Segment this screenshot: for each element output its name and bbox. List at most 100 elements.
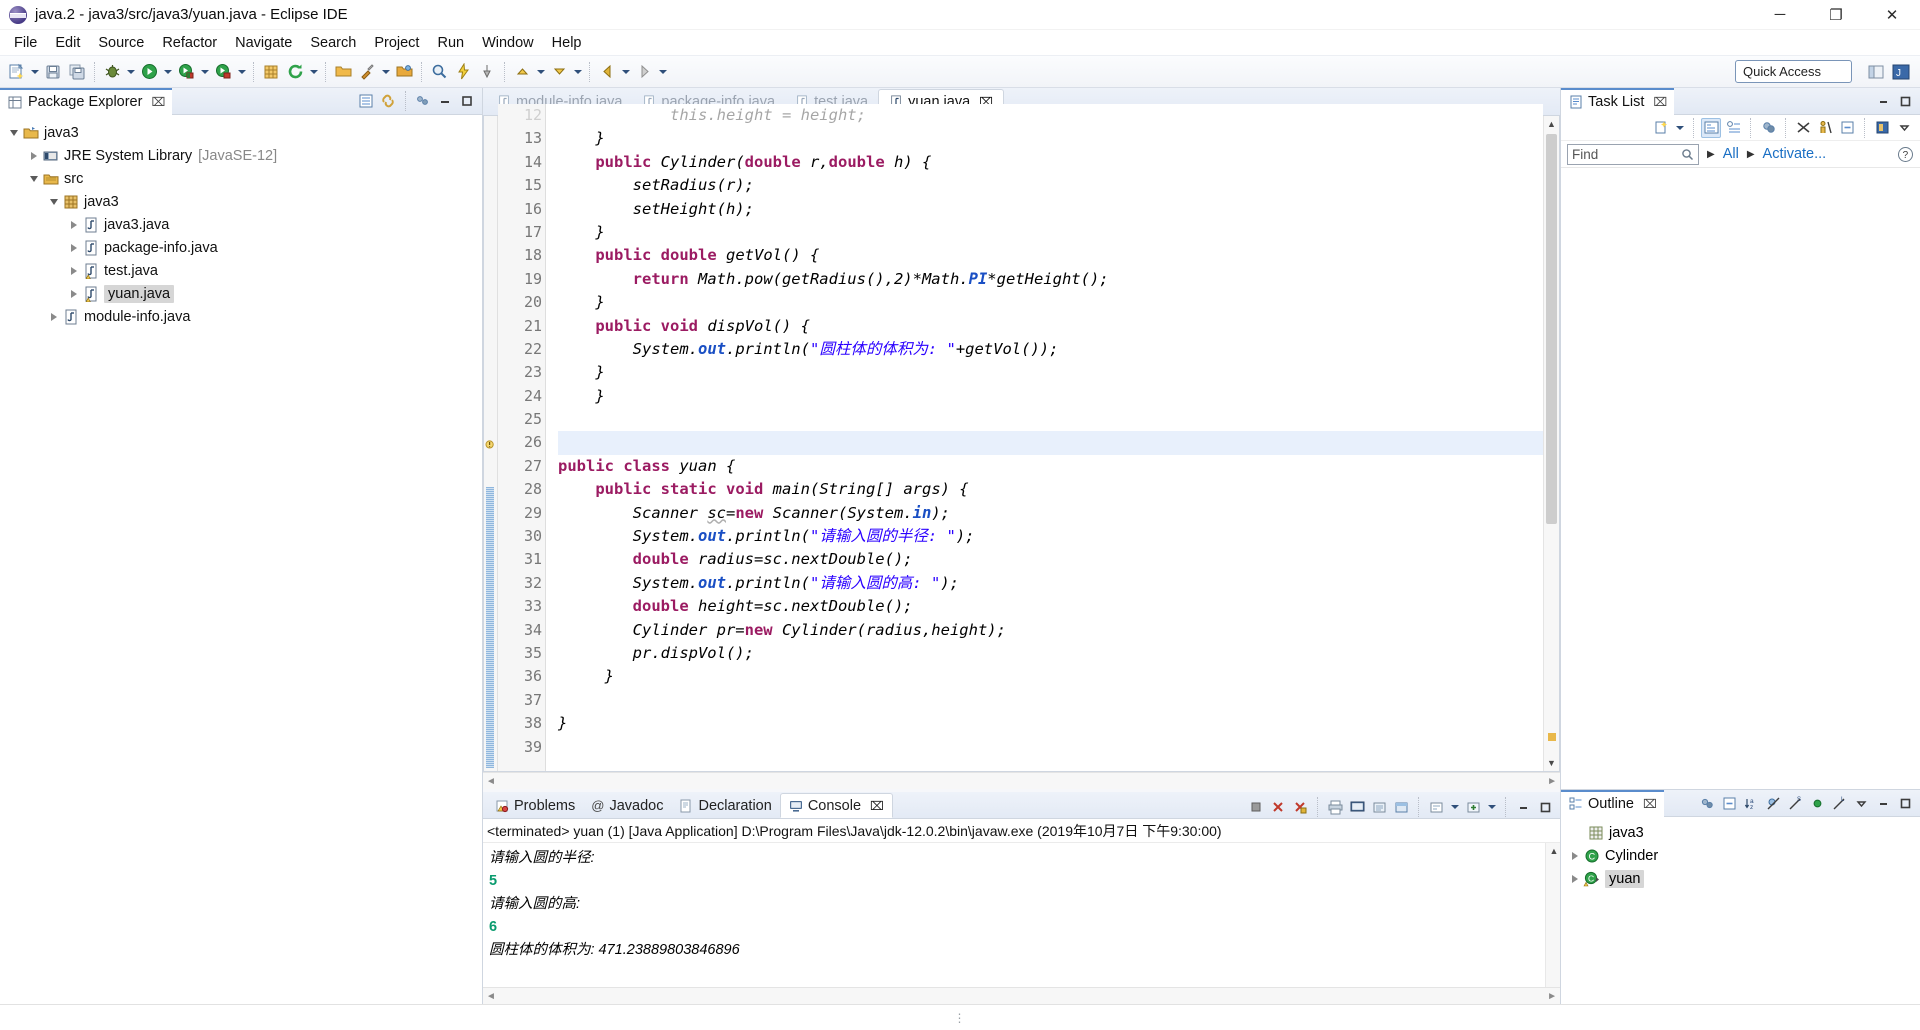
console-horizontal-scrollbar[interactable]: ◄ ►	[483, 987, 1560, 1004]
run-dropdown-icon[interactable]	[161, 61, 174, 83]
scroll-down-icon[interactable]: ▼	[1544, 755, 1560, 771]
code-line[interactable]: public class yuan {	[558, 455, 1543, 478]
code-line[interactable]: }	[558, 291, 1543, 314]
tab-declaration[interactable]: Declaration	[671, 793, 779, 818]
code-line[interactable]: public static void main(String[] args) {	[558, 478, 1543, 501]
tab-outline[interactable]: Outline ⌧	[1561, 789, 1664, 817]
find-input[interactable]: Find	[1567, 143, 1699, 165]
code-line[interactable]	[558, 736, 1543, 759]
tree-item-package-info-java-file[interactable]: package-info.java	[0, 236, 482, 259]
forward-icon[interactable]	[633, 61, 655, 83]
chevron-right-icon[interactable]	[1567, 874, 1583, 883]
code-line[interactable]: public void dispVol() {	[558, 315, 1543, 338]
pin-icon[interactable]	[476, 61, 498, 83]
chevron-down-icon[interactable]	[6, 129, 22, 136]
chevron-down-icon[interactable]	[26, 175, 42, 182]
chevron-right-icon[interactable]	[46, 312, 62, 321]
focus-on-workweek-icon[interactable]	[1758, 118, 1778, 138]
minimize-view-icon[interactable]	[1873, 91, 1893, 111]
tab-task-list[interactable]: Task List ⌧	[1561, 87, 1675, 115]
code-line[interactable]: }	[558, 221, 1543, 244]
run-last-icon[interactable]	[212, 61, 234, 83]
tree-item-jre-system-library[interactable]: JRE System Library [JavaSE-12]	[0, 144, 482, 167]
minimize-button[interactable]: ─	[1752, 0, 1808, 30]
scroll-left-icon[interactable]: ◄	[486, 991, 496, 1002]
maximize-view-icon[interactable]	[457, 91, 477, 111]
collapse-all-icon[interactable]	[1837, 118, 1857, 138]
task-list-empty-area[interactable]	[1561, 168, 1920, 789]
code-line[interactable]: Scanner sc=new Scanner(System.in);	[558, 502, 1543, 525]
chevron-right-icon[interactable]	[26, 151, 42, 160]
external-tools-dropdown-icon[interactable]	[379, 61, 392, 83]
chevron-right-icon[interactable]	[66, 266, 82, 275]
scroll-up-icon[interactable]: ▲	[1546, 843, 1560, 859]
tab-console[interactable]: Console ⌧	[779, 793, 893, 818]
outline-tree[interactable]: java3 C Cylinder C yuan	[1561, 817, 1920, 1004]
menu-file[interactable]: File	[5, 32, 46, 54]
package-explorer-tree[interactable]: java3 JRE System Library [JavaSE-12] src…	[0, 115, 482, 1004]
close-button[interactable]: ✕	[1864, 0, 1920, 30]
pin-console-icon[interactable]	[1391, 797, 1411, 817]
editor-marker-bar[interactable]	[484, 116, 498, 771]
scroll-right-icon[interactable]: ►	[1547, 776, 1557, 787]
code-line[interactable]: public Cylinder(double r,double h) {	[558, 151, 1543, 174]
next-annotation-icon[interactable]	[548, 61, 570, 83]
tab-javadoc[interactable]: @ Javadoc	[583, 793, 671, 818]
link-with-editor-icon[interactable]	[378, 91, 398, 111]
run-icon[interactable]	[138, 61, 160, 83]
print-icon[interactable]	[1325, 797, 1345, 817]
close-icon[interactable]: ⌧	[151, 95, 165, 109]
console-output[interactable]: ▲ 请输入圆的半径: 5 请输入圆的高: 6 圆柱体的体积为: 471.23889803…	[483, 843, 1560, 987]
tree-item-java3-project[interactable]: java3	[0, 121, 482, 144]
close-icon[interactable]: ⌧	[870, 799, 884, 813]
hide-fields-icon[interactable]	[1763, 793, 1783, 813]
tab-problems[interactable]: Problems	[487, 793, 583, 818]
code-line[interactable]: pr.dispVol();	[558, 642, 1543, 665]
menu-run[interactable]: Run	[428, 32, 473, 54]
code-line[interactable]: System.out.println("圆柱体的体积为: "+getVol())…	[558, 338, 1543, 361]
open-console-icon[interactable]	[1347, 797, 1367, 817]
code-line[interactable]: System.out.println("请输入圆的高: ");	[558, 572, 1543, 595]
warning-marker-icon[interactable]	[484, 437, 498, 451]
code-line[interactable]: this.height = height;	[558, 104, 1543, 127]
tree-item-module-info-java-file[interactable]: module-info.java	[0, 305, 482, 328]
previous-annotation-icon[interactable]	[511, 61, 533, 83]
chevron-right-icon[interactable]	[66, 220, 82, 229]
menu-refactor[interactable]: Refactor	[153, 32, 226, 54]
forward-dropdown-icon[interactable]	[656, 61, 669, 83]
tab-package-explorer[interactable]: Package Explorer ⌧	[0, 87, 173, 115]
hide-nonpublic-icon[interactable]	[1807, 793, 1827, 813]
sort-icon[interactable]: az	[1741, 793, 1761, 813]
code-line[interactable]	[558, 408, 1543, 431]
refresh-icon[interactable]	[284, 61, 306, 83]
filter-complete-icon[interactable]	[1793, 118, 1813, 138]
collapse-all-icon[interactable]	[356, 91, 376, 111]
new-task-dropdown-icon[interactable]	[1673, 117, 1686, 139]
filter-all-link[interactable]: All	[1723, 146, 1739, 162]
tree-item-yuan-java-file[interactable]: yuan.java	[0, 282, 482, 305]
code-line[interactable]	[558, 689, 1543, 712]
run-last-dropdown-icon[interactable]	[235, 61, 248, 83]
scroll-up-icon[interactable]: ▲	[1544, 116, 1560, 132]
categorized-presentation-icon[interactable]	[1701, 117, 1721, 138]
code-line[interactable]: public double getVol() {	[558, 244, 1543, 267]
menu-window[interactable]: Window	[473, 32, 543, 54]
code-line[interactable]: System.out.println("请输入圆的半径: ");	[558, 525, 1543, 548]
display-selected-console-icon[interactable]	[1426, 797, 1446, 817]
activate-arrow-icon[interactable]: ▶	[1747, 149, 1755, 160]
console-dropdown-icon[interactable]	[1448, 796, 1461, 818]
close-icon[interactable]: ⌧	[1643, 797, 1657, 811]
new-task-icon[interactable]	[1651, 118, 1671, 138]
new-wizard-icon[interactable]	[5, 61, 27, 83]
coverage-dropdown-icon[interactable]	[198, 61, 211, 83]
scroll-right-icon[interactable]: ►	[1547, 991, 1557, 1002]
open-type-icon[interactable]	[332, 61, 354, 83]
outline-item-java3[interactable]: java3	[1561, 821, 1920, 844]
code-line[interactable]: }	[558, 361, 1543, 384]
menu-source[interactable]: Source	[89, 32, 153, 54]
hide-static-icon[interactable]: S	[1785, 793, 1805, 813]
maximize-view-icon[interactable]	[1895, 91, 1915, 111]
scroll-left-icon[interactable]: ◄	[486, 776, 496, 787]
menu-help[interactable]: Help	[543, 32, 591, 54]
code-line[interactable]: }	[558, 712, 1543, 735]
